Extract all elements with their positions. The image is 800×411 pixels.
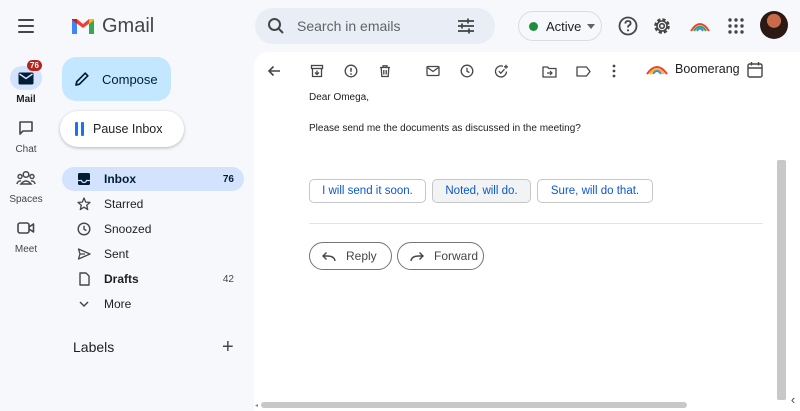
rail-label-meet: Meet <box>14 244 38 255</box>
apps-grid-icon[interactable] <box>724 14 748 38</box>
back-arrow-icon[interactable] <box>264 62 284 80</box>
nav-label-more: More <box>104 297 132 311</box>
compose-button[interactable]: Compose <box>62 57 171 101</box>
drafts-count: 42 <box>222 273 234 285</box>
inbox-count: 76 <box>222 173 234 185</box>
report-spam-icon[interactable] <box>341 62 361 80</box>
divider <box>309 223 763 224</box>
rail-label-chat: Chat <box>15 144 37 155</box>
settings-gear-icon[interactable] <box>650 14 674 38</box>
nav-label-snoozed: Snoozed <box>104 222 152 236</box>
send-icon <box>76 246 92 262</box>
reply-button[interactable]: Reply <box>309 242 392 270</box>
chevron-down-icon <box>587 23 596 29</box>
more-options-icon[interactable] <box>604 62 624 80</box>
nav-item-snoozed[interactable]: Snoozed <box>62 217 244 241</box>
chevron-down-icon <box>76 296 92 312</box>
nav-label-sent: Sent <box>104 247 129 261</box>
pause-inbox-label: Pause Inbox <box>93 122 163 136</box>
nav-item-drafts[interactable]: Drafts 42 <box>62 267 244 291</box>
rail-label-spaces: Spaces <box>9 194 43 205</box>
gmail-wordmark: Gmail <box>102 14 155 37</box>
inbox-icon <box>76 171 92 187</box>
labels-heading: Labels <box>73 339 115 355</box>
forward-arrow-icon <box>410 251 424 262</box>
pause-icon <box>75 122 84 136</box>
compose-label: Compose <box>102 71 158 87</box>
nav-label-drafts: Drafts <box>104 272 139 286</box>
chevron-left-icon[interactable]: ‹ <box>786 388 800 411</box>
gmail-m-icon <box>72 19 94 34</box>
boomerang-rainbow-icon[interactable] <box>688 14 712 38</box>
smart-reply-chip[interactable]: Noted, will do. <box>432 179 531 203</box>
help-icon[interactable] <box>616 14 640 38</box>
rail-label-mail: Mail <box>16 94 36 105</box>
boomerang-calendar-icon[interactable] <box>745 60 765 78</box>
status-dropdown[interactable]: Active <box>518 11 602 41</box>
email-greeting: Dear Omega, <box>309 92 370 103</box>
spaces-people-icon <box>16 170 36 185</box>
mail-unread-badge: 76 <box>27 60 42 71</box>
boomerang-label: Boomerang <box>675 62 740 76</box>
rail-item-chat[interactable]: Chat <box>0 116 52 155</box>
archive-icon[interactable] <box>307 62 327 80</box>
search-options-icon[interactable] <box>457 18 475 34</box>
nav-label-inbox: Inbox <box>104 172 136 186</box>
email-body: Please send me the documents as discusse… <box>309 123 581 134</box>
smart-reply-chip[interactable]: Sure, will do that. <box>537 179 653 203</box>
rail-item-spaces[interactable]: Spaces <box>0 166 52 205</box>
snooze-clock-icon[interactable] <box>457 62 477 80</box>
delete-trash-icon[interactable] <box>375 62 395 80</box>
pause-inbox-button[interactable]: Pause Inbox <box>60 111 184 147</box>
label-tag-icon[interactable] <box>573 62 593 80</box>
rail-item-meet[interactable]: Meet <box>0 216 52 255</box>
add-to-tasks-icon[interactable] <box>491 62 511 80</box>
move-to-folder-icon[interactable] <box>539 62 559 80</box>
nav-label-starred: Starred <box>104 197 144 211</box>
clock-icon <box>76 221 92 237</box>
gmail-logo[interactable]: Gmail <box>70 12 154 40</box>
main-menu-button[interactable] <box>12 13 40 39</box>
nav-item-inbox[interactable]: Inbox 76 <box>62 167 244 191</box>
forward-button[interactable]: Forward <box>397 242 484 270</box>
scroll-left-arrow-icon[interactable]: ◂ <box>255 402 258 409</box>
star-icon <box>76 196 92 212</box>
search-input[interactable] <box>295 17 449 35</box>
forward-label: Forward <box>434 249 479 263</box>
nav-item-more[interactable]: More <box>62 292 244 316</box>
chat-icon <box>19 121 33 135</box>
mail-icon <box>18 72 34 84</box>
reply-label: Reply <box>346 249 377 263</box>
status-label: Active <box>546 18 582 34</box>
email-view-panel <box>254 52 800 411</box>
search-bar[interactable] <box>255 8 495 44</box>
draft-file-icon <box>76 271 92 287</box>
nav-item-sent[interactable]: Sent <box>62 242 244 266</box>
status-dot-icon <box>529 21 538 31</box>
mark-unread-envelope-icon[interactable] <box>423 62 443 80</box>
nav-item-starred[interactable]: Starred <box>62 192 244 216</box>
search-icon[interactable] <box>267 17 285 35</box>
add-label-icon[interactable]: + <box>222 337 234 357</box>
vertical-scrollbar[interactable] <box>777 160 786 400</box>
boomerang-logo-icon <box>646 66 668 75</box>
smart-reply-chip[interactable]: I will send it soon. <box>309 179 426 203</box>
horizontal-scrollbar[interactable] <box>261 402 687 408</box>
meet-video-icon <box>17 222 35 234</box>
rail-item-mail[interactable]: 76 Mail <box>0 60 52 105</box>
pencil-icon <box>75 72 89 86</box>
account-avatar[interactable] <box>760 11 788 39</box>
reply-arrow-icon <box>322 251 336 262</box>
